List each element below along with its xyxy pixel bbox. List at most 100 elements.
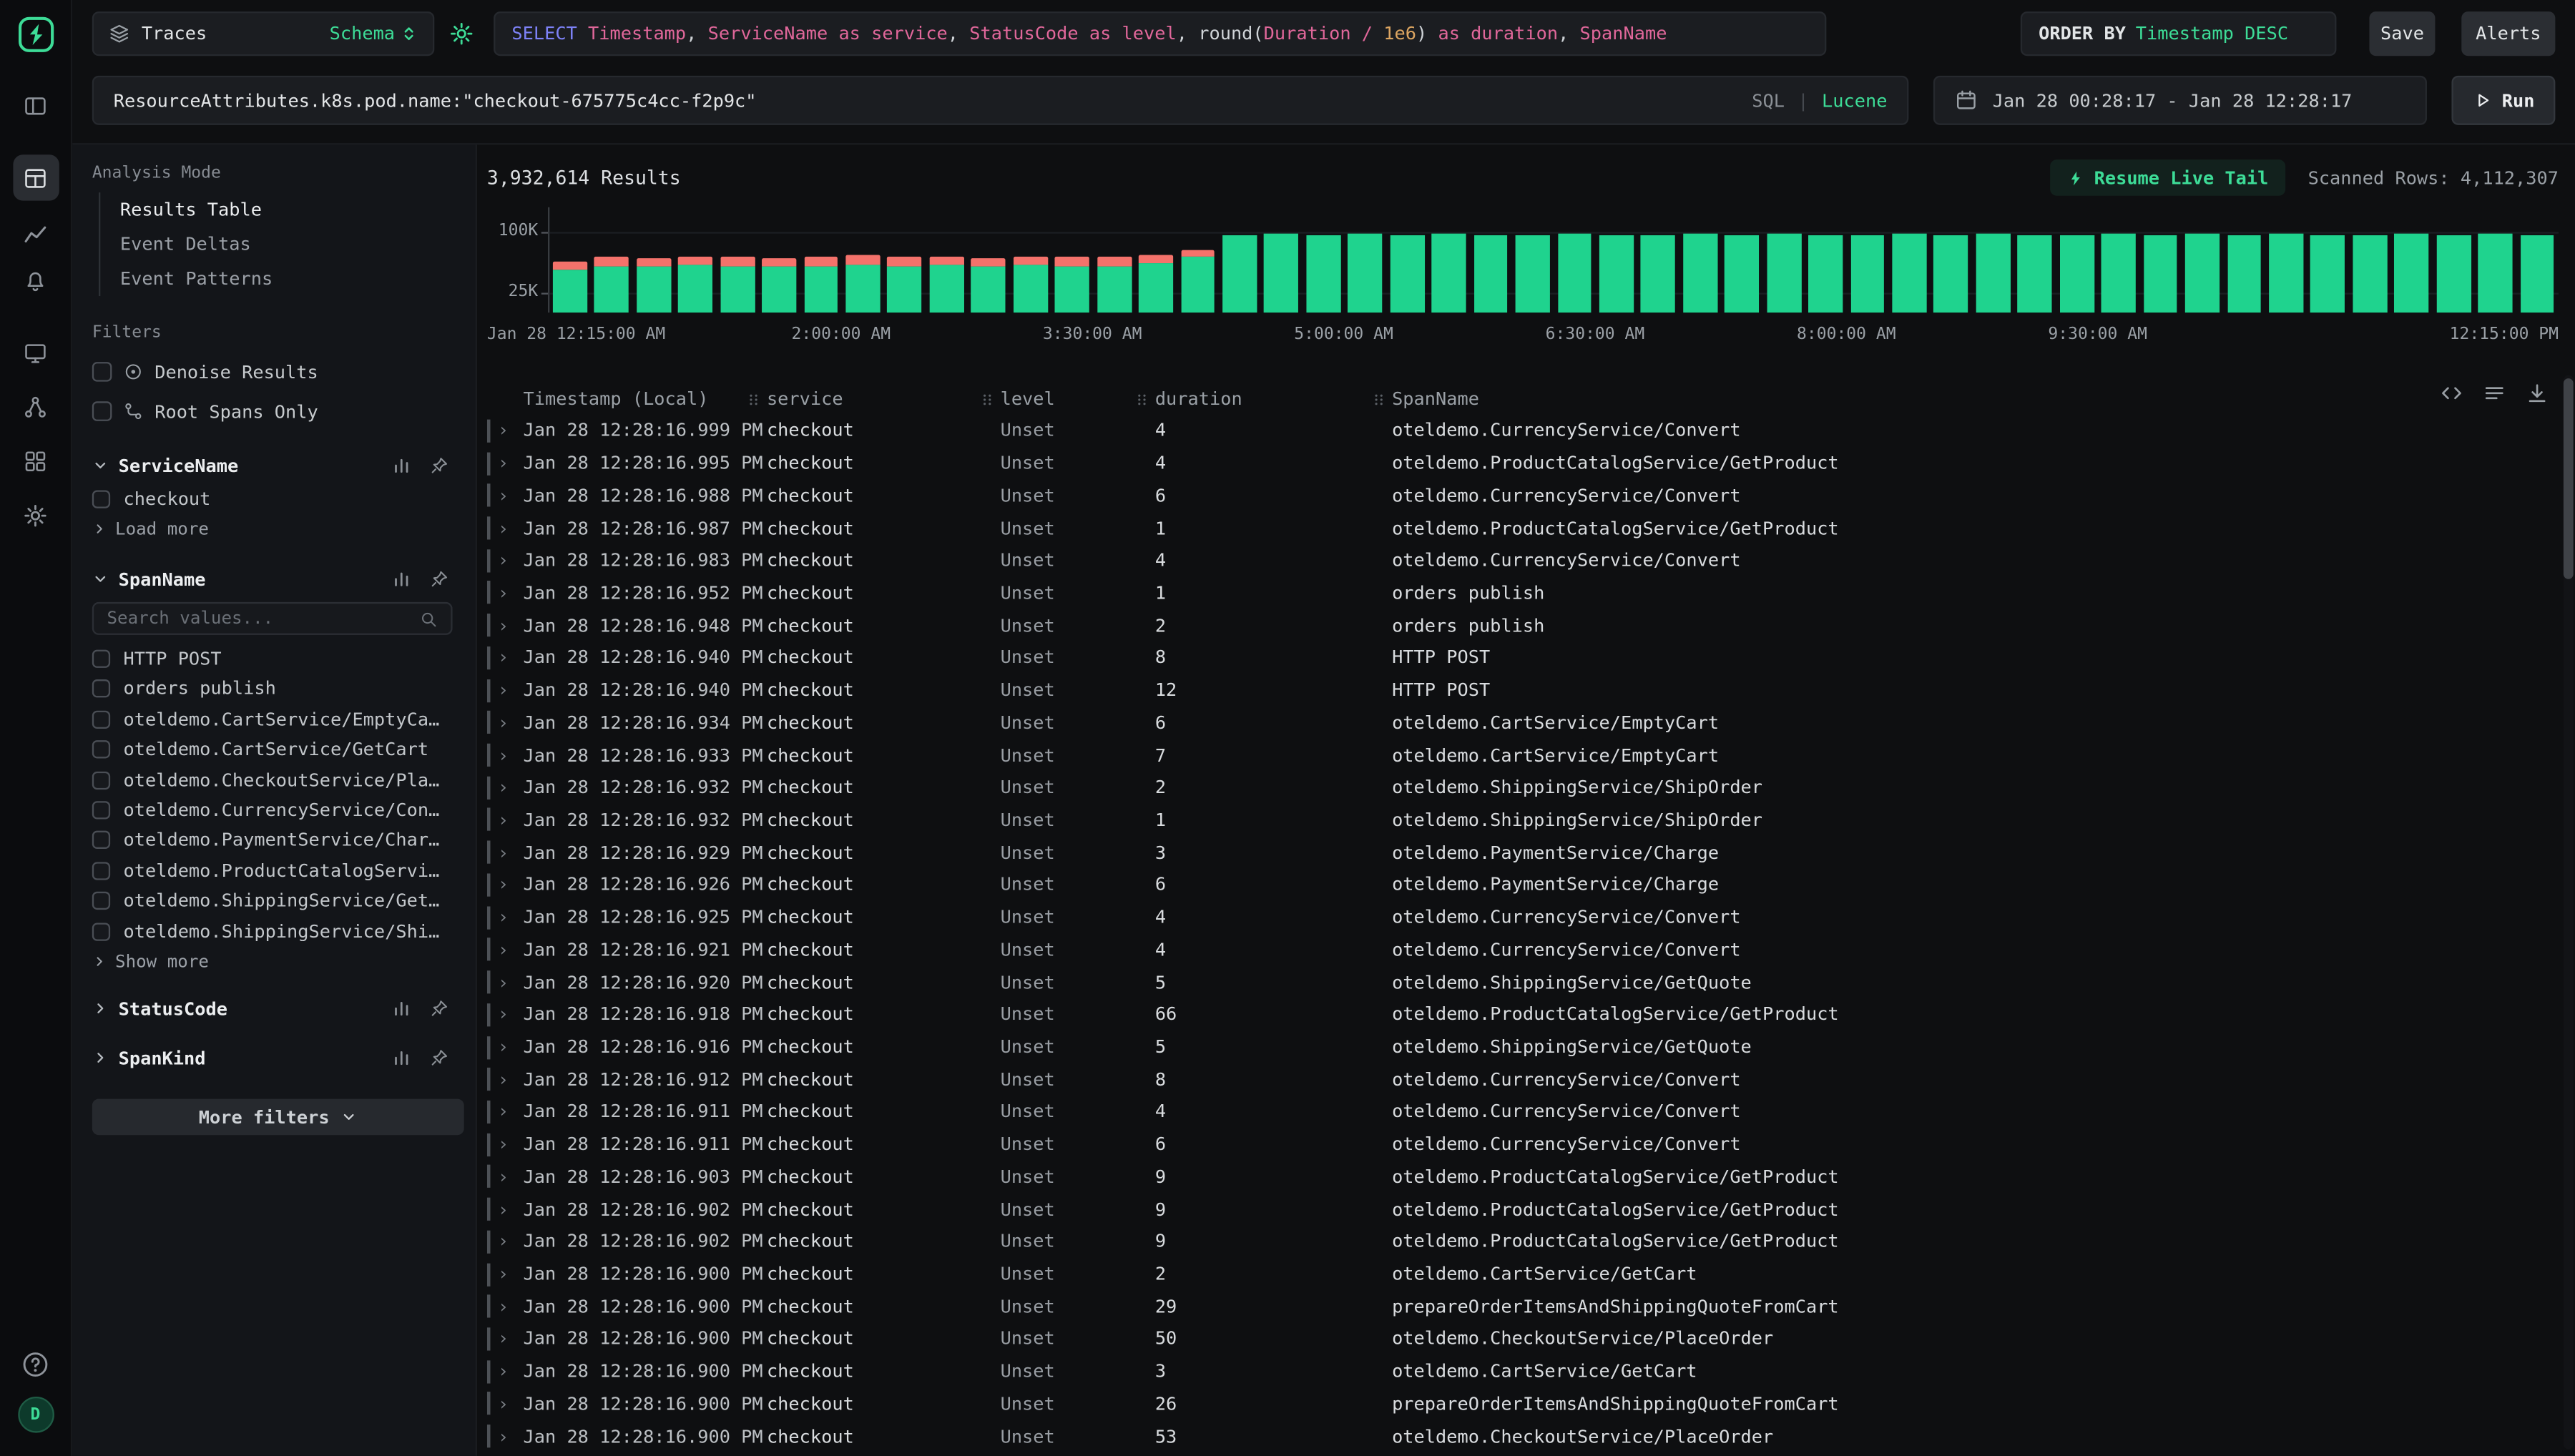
histogram-bar[interactable] (637, 207, 671, 313)
facet-value[interactable]: orders publish (92, 674, 459, 704)
app-logo[interactable] (17, 16, 54, 53)
row-expand-icon[interactable]: › (498, 649, 509, 666)
row-expand-icon[interactable]: › (498, 1038, 509, 1056)
nav-service-map-icon[interactable] (12, 387, 58, 426)
facet-value[interactable]: oteldemo.ShippingService/Shi… (92, 916, 459, 946)
drag-handle-icon[interactable] (1370, 390, 1387, 407)
row-expand-icon[interactable]: › (498, 519, 509, 537)
row-expand-icon[interactable]: › (498, 843, 509, 861)
table-row[interactable]: ›Jan 28 12:28:16.940 PMcheckoutUnset8HTT… (487, 641, 2536, 674)
facet-pin-icon[interactable] (429, 999, 449, 1019)
alerts-button[interactable]: Alerts (2461, 11, 2555, 56)
table-row[interactable]: ›Jan 28 12:28:16.948 PMcheckoutUnset2ord… (487, 609, 2536, 641)
source-select[interactable]: Traces Schema (92, 11, 434, 56)
analysis-mode-event-deltas[interactable]: Event Deltas (100, 227, 458, 261)
histogram-bar[interactable] (2269, 207, 2303, 313)
histogram-bar[interactable] (1181, 207, 1215, 313)
histogram-bar[interactable] (1599, 207, 1634, 313)
facet-value[interactable]: oteldemo.ProductCatalogServi… (92, 855, 459, 885)
row-expand-icon[interactable]: › (498, 454, 509, 472)
order-by-editor[interactable]: ORDER BY Timestamp DESC (2021, 11, 2337, 56)
facet-value[interactable]: oteldemo.CurrencyService/Con… (92, 795, 459, 825)
histogram-bar[interactable] (594, 207, 629, 313)
column-header-service[interactable]: service (767, 388, 1001, 409)
facet-chart-icon[interactable] (391, 999, 411, 1019)
checkbox-icon[interactable] (92, 771, 110, 789)
drag-handle-icon[interactable] (745, 390, 762, 407)
histogram-bar[interactable] (1265, 207, 1299, 313)
drag-handle-icon[interactable] (979, 390, 996, 407)
column-header-spanname[interactable]: SpanName (1392, 388, 2443, 409)
row-expand-icon[interactable]: › (498, 714, 509, 732)
table-row[interactable]: ›Jan 28 12:28:16.900 PMcheckoutUnset29pr… (487, 1290, 2536, 1322)
histogram-bar[interactable] (1767, 207, 1801, 313)
facet-value[interactable]: oteldemo.CartService/GetCart (92, 734, 459, 764)
row-expand-icon[interactable]: › (498, 1103, 509, 1121)
nav-dashboards-icon[interactable] (12, 441, 58, 480)
facet-chart-icon[interactable] (391, 570, 411, 590)
analysis-mode-event-patterns[interactable]: Event Patterns (100, 262, 458, 296)
histogram-bar[interactable] (2478, 207, 2513, 313)
table-row[interactable]: ›Jan 28 12:28:16.940 PMcheckoutUnset12HT… (487, 674, 2536, 707)
checkbox-icon[interactable] (92, 892, 110, 910)
nav-alerts-icon[interactable] (12, 260, 58, 299)
resume-live-tail-button[interactable]: Resume Live Tail (2050, 159, 2285, 196)
row-expand-icon[interactable]: › (498, 1136, 509, 1154)
row-expand-icon[interactable]: › (498, 746, 509, 764)
checkbox-icon[interactable] (92, 862, 110, 880)
sql-view-icon[interactable] (2440, 382, 2463, 405)
histogram-bar[interactable] (2227, 207, 2261, 313)
row-expand-icon[interactable]: › (498, 1427, 509, 1445)
run-button[interactable]: Run (2451, 76, 2555, 125)
facet-value[interactable]: HTTP POST (92, 644, 459, 674)
histogram-bar[interactable] (804, 207, 838, 313)
facet-value[interactable]: checkout (92, 483, 459, 513)
more-filters-button[interactable]: More filters (92, 1099, 464, 1136)
table-row[interactable]: ›Jan 28 12:28:16.932 PMcheckoutUnset2ote… (487, 772, 2536, 804)
facet-value[interactable]: oteldemo.CartService/EmptyCa… (92, 704, 459, 734)
facet-header-spankind[interactable]: SpanKind (92, 1040, 459, 1076)
histogram-bar[interactable] (1097, 207, 1132, 313)
table-row[interactable]: ›Jan 28 12:28:16.900 PMcheckoutUnset2ote… (487, 1258, 2536, 1290)
histogram-bar[interactable] (1516, 207, 1550, 313)
row-expand-icon[interactable]: › (498, 584, 509, 602)
row-expand-icon[interactable]: › (498, 616, 509, 634)
histogram-bar[interactable] (1222, 207, 1257, 313)
checkbox-icon[interactable] (92, 650, 110, 668)
download-icon[interactable] (2526, 382, 2549, 405)
nav-search-icon[interactable] (12, 154, 58, 200)
table-row[interactable]: ›Jan 28 12:28:16.900 PMcheckoutUnset3ote… (487, 1355, 2536, 1387)
row-settings-icon[interactable] (2483, 382, 2506, 405)
histogram-bar[interactable] (2311, 207, 2345, 313)
row-expand-icon[interactable]: › (498, 908, 509, 926)
facet-value[interactable]: oteldemo.CheckoutService/Pla… (92, 765, 459, 795)
row-expand-icon[interactable]: › (498, 1265, 509, 1283)
denoise-results-toggle[interactable]: Denoise Results (92, 352, 459, 391)
help-icon[interactable] (21, 1351, 49, 1379)
histogram-bar[interactable] (1892, 207, 1926, 313)
checkbox-icon[interactable] (92, 832, 110, 850)
table-row[interactable]: ›Jan 28 12:28:16.902 PMcheckoutUnset9ote… (487, 1193, 2536, 1225)
histogram-bar[interactable] (888, 207, 922, 313)
histogram-bar[interactable] (2059, 207, 2094, 313)
histogram-bar[interactable] (1557, 207, 1591, 313)
table-row[interactable]: ›Jan 28 12:28:16.911 PMcheckoutUnset4ote… (487, 1096, 2536, 1128)
nav-panels-icon[interactable] (12, 86, 58, 125)
histogram-bar[interactable] (1683, 207, 1717, 313)
row-expand-icon[interactable]: › (498, 1330, 509, 1348)
column-header-level[interactable]: level (1001, 388, 1155, 409)
checkbox-icon[interactable] (92, 741, 110, 759)
histogram-bar[interactable] (971, 207, 1006, 313)
source-settings-icon[interactable] (449, 21, 474, 46)
schema-toggle[interactable]: Schema (330, 23, 418, 44)
facet-search-input[interactable]: Search values... (92, 603, 453, 636)
histogram-bar[interactable] (2353, 207, 2387, 313)
table-row[interactable]: ›Jan 28 12:28:16.911 PMcheckoutUnset6ote… (487, 1128, 2536, 1161)
table-row[interactable]: ›Jan 28 12:28:16.995 PMcheckoutUnset4ote… (487, 447, 2536, 479)
row-expand-icon[interactable]: › (498, 682, 509, 699)
table-row[interactable]: ›Jan 28 12:28:16.916 PMcheckoutUnset5ote… (487, 1031, 2536, 1063)
facet-pin-icon[interactable] (429, 456, 449, 476)
row-expand-icon[interactable]: › (498, 973, 509, 991)
histogram-bar[interactable] (1432, 207, 1466, 313)
table-row[interactable]: ›Jan 28 12:28:16.952 PMcheckoutUnset1ord… (487, 576, 2536, 609)
